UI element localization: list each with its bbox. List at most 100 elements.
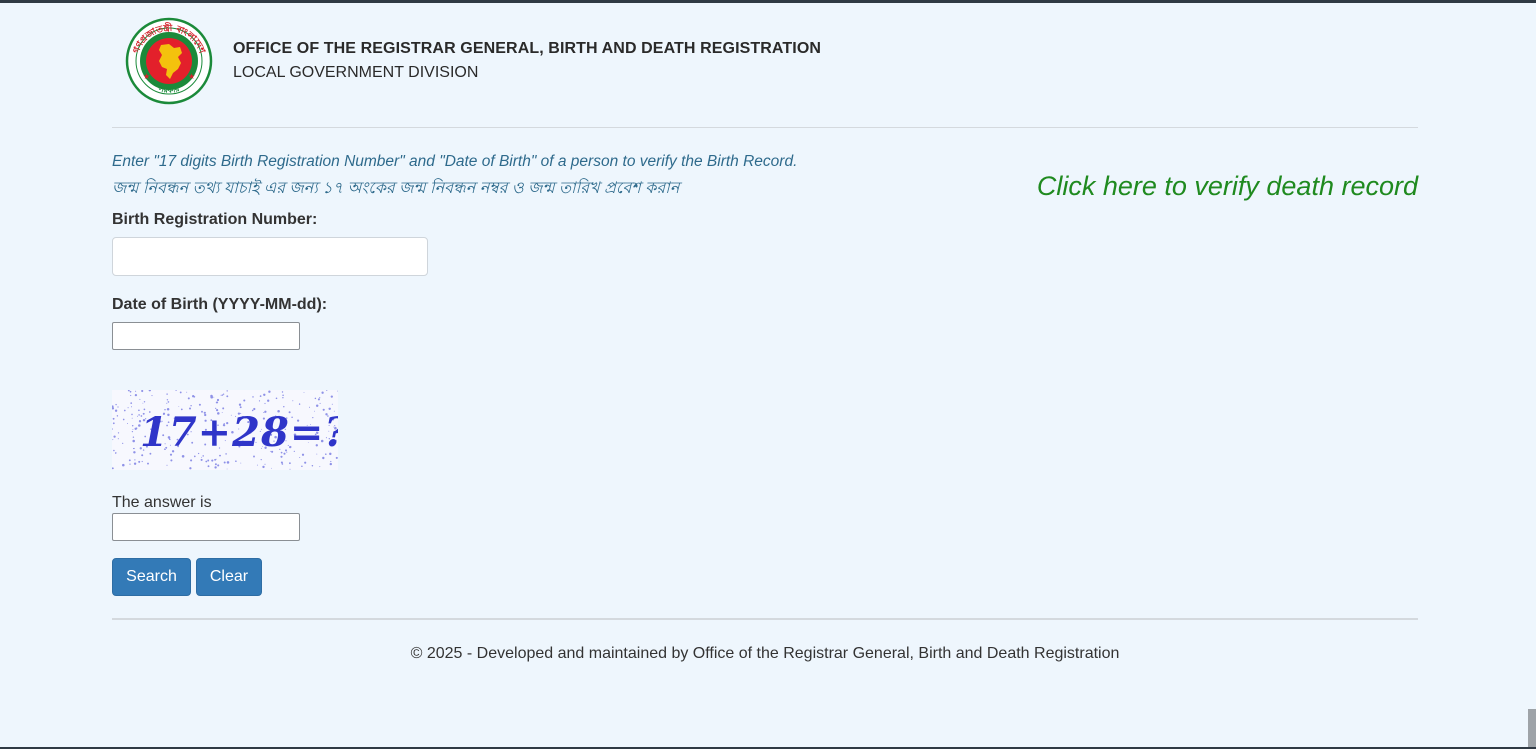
captcha-noise-dot [319,466,321,468]
captcha-noise-dot [260,458,262,461]
captcha-noise-dot [179,391,182,394]
captcha-noise-dot [308,406,311,408]
captcha-noise-dot [132,429,134,431]
captcha-noise-dot [239,406,242,409]
captcha-noise-dot [134,393,138,397]
captcha-noise-dot [252,396,254,398]
clear-button[interactable]: Clear [196,558,262,596]
captcha-noise-dot [223,461,226,464]
captcha-noise-dot [335,456,338,459]
captcha-noise-dot [205,460,208,463]
captcha-noise-dot [226,390,228,392]
captcha-noise-dot [114,452,116,454]
org-title: OFFICE OF THE REGISTRAR GENERAL, BIRTH A… [233,40,822,57]
captcha-noise-dot [330,460,332,463]
captcha-noise-dot [117,432,120,434]
captcha-noise-dot [330,395,333,398]
captcha-noise-dot [167,401,170,403]
captcha-noise-dot [282,397,284,399]
captcha-noise-dot [141,460,143,463]
verify-death-record-link[interactable]: Click here to verify death record [1037,171,1418,202]
captcha-noise-dot [256,464,258,466]
captcha-noise-dot [226,468,228,470]
search-button[interactable]: Search [112,558,191,596]
captcha-noise-dot [216,401,219,404]
captcha-noise-dot [130,394,132,397]
captcha-noise-dot [289,462,291,465]
captcha-noise-dot [134,427,137,431]
captcha-noise-dot [259,395,262,397]
captcha-text: 17+28=? [140,409,338,456]
captcha-noise-dot [178,405,180,407]
captcha-noise-dot [331,403,333,405]
captcha-noise-dot [133,462,137,465]
captcha-noise-dot [238,403,242,406]
captcha-noise-dot [139,398,141,400]
captcha-noise-dot [193,396,196,398]
captcha-noise-dot [170,459,173,462]
captcha-noise-dot [112,417,115,420]
captcha-noise-dot [207,459,210,462]
captcha-noise-dot [190,459,193,462]
captcha-noise-dot [319,397,321,399]
captcha-noise-dot [289,468,291,470]
captcha-noise-dot [129,463,131,465]
captcha-noise-dot [115,403,117,406]
captcha-noise-dot [186,391,188,393]
svg-text:★: ★ [188,72,195,81]
captcha-noise-dot [321,391,324,394]
captcha-noise-dot [258,400,261,402]
org-subtitle: LOCAL GOVERNMENT DIVISION [233,64,479,81]
captcha-noise-dot [210,394,213,398]
captcha-noise-dot [137,415,138,417]
captcha-noise-dot [135,390,137,392]
captcha-noise-dot [151,395,153,397]
captcha-noise-dot [201,456,203,458]
captcha-noise-dot [314,397,317,400]
captcha-noise-dot [132,436,135,438]
captcha-answer-input[interactable] [112,513,300,541]
captcha-noise-dot [122,442,124,444]
birth-registration-number-input[interactable] [112,237,428,276]
captcha-noise-dot [134,459,136,461]
captcha-noise-dot [113,435,116,438]
captcha-noise-dot [226,395,229,398]
captcha-noise-dot [301,465,303,468]
captcha-noise-dot [187,397,190,400]
dob-label: Date of Birth (YYYY-MM-dd): [112,296,328,313]
captcha-noise-dot [117,406,119,408]
captcha-noise-dot [133,447,135,450]
captcha-noise-dot [217,464,220,467]
captcha-noise-dot [147,462,149,465]
captcha-noise-dot [166,402,168,404]
captcha-noise-dot [113,449,115,452]
brn-label: Birth Registration Number: [112,211,318,228]
captcha-noise-dot [166,393,168,395]
captcha-noise-dot [143,401,146,403]
captcha-noise-dot [280,455,283,458]
captcha-noise-dot [304,461,307,464]
captcha-noise-dot [280,461,283,464]
government-seal-logo: গণপ্রজাতন্ত্রী বাংলাদেশ সরকার ★ ★ [125,17,213,105]
captcha-noise-dot [129,390,132,393]
date-of-birth-input[interactable] [112,322,300,350]
captcha-noise-dot [211,459,214,462]
captcha-noise-dot [112,439,114,441]
captcha-noise-dot [138,460,141,463]
captcha-noise-dot [142,402,144,404]
captcha-noise-dot [319,402,321,404]
captcha-noise-dot [262,465,265,469]
captcha-noise-dot [141,390,144,393]
captcha-noise-dot [131,430,134,433]
captcha-noise-dot [267,399,270,402]
captcha-noise-dot [235,460,237,463]
captcha-noise-dot [243,399,246,402]
captcha-noise-dot [264,463,266,465]
captcha-noise-dot [122,418,125,421]
captcha-noise-dot [127,407,129,409]
captcha-noise-dot [207,465,210,468]
captcha-noise-dot [128,459,131,462]
scrollbar-thumb[interactable] [1528,709,1536,747]
captcha-noise-dot [133,451,136,454]
captcha-noise-dot [322,456,325,460]
